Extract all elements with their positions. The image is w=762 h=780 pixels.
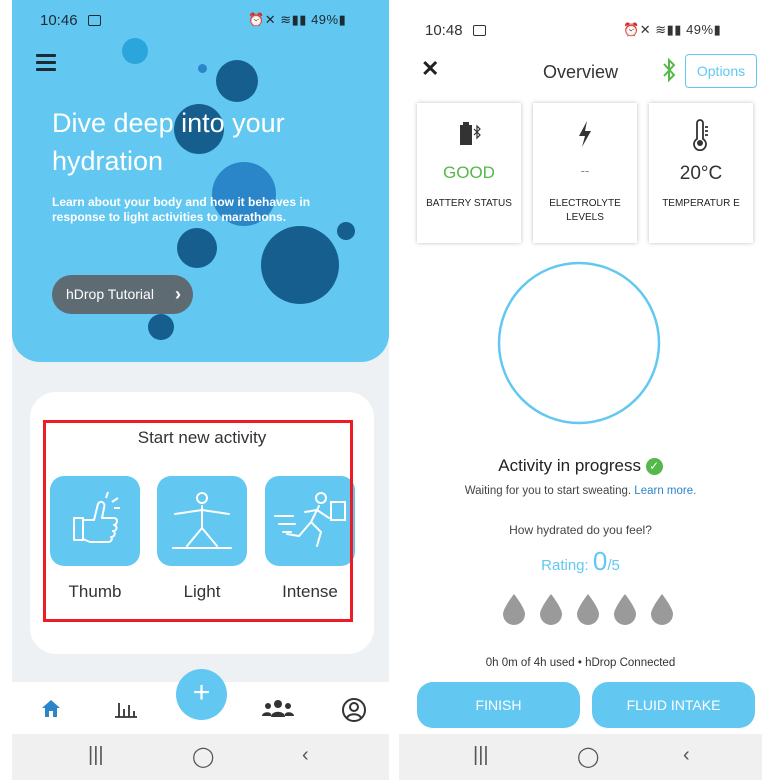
stats-icon[interactable] (113, 697, 139, 724)
rating-max: /5 (607, 557, 620, 574)
status-bar: 10:48 ⏰✕ ≋▮▮ 49%▮ (399, 0, 762, 39)
signal-icon: ▮▮ (666, 22, 682, 37)
gallery-notification-icon (473, 25, 486, 36)
chevron-right-icon: › (175, 284, 181, 304)
electrolyte-value: -- (580, 163, 590, 178)
bubble (177, 228, 217, 268)
usage-line: 0h 0m of 4h used • hDrop Connected (399, 657, 762, 669)
signal-icon: ▮▮ (291, 12, 307, 27)
mute-icon: ✕ (264, 12, 277, 27)
add-activity-button[interactable]: + (176, 669, 227, 720)
battery-percent: 49% (311, 12, 339, 27)
water-drop-icon[interactable] (649, 592, 675, 631)
waiting-text: Waiting for you to start sweating. (464, 485, 632, 497)
tutorial-button[interactable]: hDrop Tutorial › (52, 275, 193, 314)
overview-screen: 10:48 ⏰✕ ≋▮▮ 49%▮ ✕ Overview Options GOO… (399, 0, 762, 780)
bubble (216, 60, 258, 102)
temperature-value: 20°C (679, 163, 723, 184)
bubble (122, 38, 148, 64)
progress-ring (495, 259, 663, 427)
home-nav-button[interactable]: ◯ (577, 744, 599, 769)
activity-status-text: Activity in progress (498, 456, 641, 475)
usage-text: 0h 0m of 4h used (485, 657, 575, 669)
community-icon[interactable] (261, 697, 295, 724)
recent-apps-button[interactable]: ||| (473, 744, 489, 767)
finish-button[interactable]: FINISH (417, 682, 580, 728)
feel-question: How hydrated do you feel? (509, 523, 652, 537)
rating-value: 0 (592, 546, 608, 576)
wifi-icon: ≋ (280, 12, 292, 27)
water-drop-icon[interactable] (612, 592, 638, 631)
water-drop-icon[interactable] (575, 592, 601, 631)
battery-bluetooth-icon (417, 119, 521, 152)
bluetooth-icon (661, 56, 677, 89)
battery-icon: ▮ (338, 12, 347, 27)
options-button[interactable]: Options (685, 54, 757, 88)
electrolyte-stat-card: -- ELECTROLYTE LEVELS (533, 103, 637, 243)
alarm-icon: ⏰ (623, 22, 640, 37)
home-icon[interactable] (40, 697, 62, 724)
waiting-message: Waiting for you to start sweating. Learn… (399, 485, 762, 497)
alarm-icon: ⏰ (248, 12, 265, 27)
back-nav-button[interactable]: ‹ (302, 744, 309, 767)
hero-title: Dive deep into your hydration (52, 108, 285, 176)
status-time: 10:46 (40, 12, 78, 29)
bubble (198, 64, 207, 73)
recent-apps-button[interactable]: ||| (88, 744, 104, 767)
learn-more-link[interactable]: Learn more. (634, 485, 696, 497)
battery-status-label: BATTERY STATUS (426, 198, 512, 209)
battery-status-value: GOOD (443, 163, 495, 182)
highlight-box (43, 420, 353, 622)
electrolyte-label: ELECTROLYTE LEVELS (549, 198, 621, 223)
activity-status: Activity in progress ✓ (399, 456, 762, 476)
temperature-label: TEMPERATUR E (662, 198, 740, 209)
rating-label: Rating: (541, 557, 589, 574)
profile-icon[interactable] (341, 697, 367, 728)
separator-dot: • (577, 657, 586, 669)
lightning-icon (533, 119, 637, 154)
bubble (261, 226, 339, 304)
home-nav-button[interactable]: ◯ (192, 744, 214, 769)
gallery-notification-icon (88, 15, 101, 26)
status-icons: ⏰✕ ≋▮▮ 49%▮ (623, 22, 721, 38)
system-nav-bar: ||| ◯ ‹ (12, 734, 389, 780)
rating-display: Rating: 0/5 (399, 546, 762, 577)
temperature-stat-card: 20°C TEMPERATUR E (649, 103, 753, 243)
back-nav-button[interactable]: ‹ (683, 744, 690, 767)
connection-text: hDrop Connected (585, 657, 676, 669)
check-circle-icon: ✓ (645, 458, 663, 475)
rating-drops (501, 592, 686, 631)
menu-icon[interactable] (36, 54, 56, 75)
mute-icon: ✕ (639, 22, 652, 37)
status-icons: ⏰✕ ≋▮▮ 49%▮ (248, 12, 346, 28)
water-drop-icon[interactable] (501, 592, 527, 631)
thermometer-icon (649, 119, 753, 156)
system-nav-bar: ||| ◯ ‹ (399, 734, 762, 780)
battery-percent: 49% (686, 22, 714, 37)
water-drop-icon[interactable] (538, 592, 564, 631)
hero-banner: 10:46 ⏰✕ ≋▮▮ 49%▮ Dive deep into your hy… (12, 0, 389, 362)
status-bar: 10:46 ⏰✕ ≋▮▮ 49%▮ (12, 0, 389, 36)
battery-icon: ▮ (713, 22, 722, 37)
home-screen: 10:46 ⏰✕ ≋▮▮ 49%▮ Dive deep into your hy… (12, 0, 389, 780)
bubble (148, 314, 174, 340)
tutorial-label: hDrop Tutorial (66, 286, 154, 302)
wifi-icon: ≋ (655, 22, 667, 37)
battery-stat-card: GOOD BATTERY STATUS (417, 103, 521, 243)
hero-subtitle: Learn about your body and how it behaves… (52, 195, 311, 224)
status-time: 10:48 (425, 22, 463, 39)
fluid-intake-button[interactable]: FLUID INTAKE (592, 682, 755, 728)
